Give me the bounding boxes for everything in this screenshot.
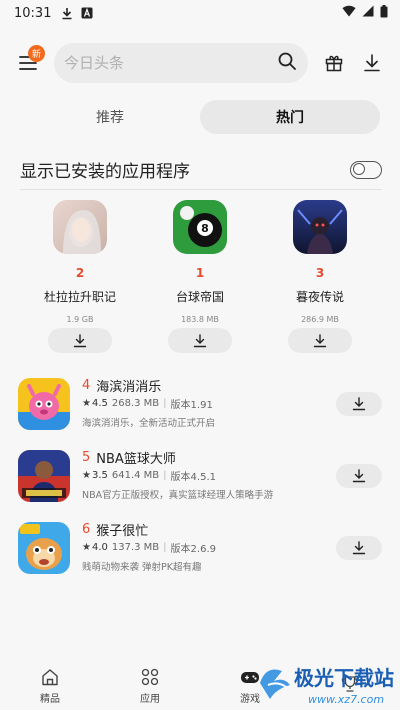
app-size: 641.4 MB <box>111 469 160 481</box>
app-name: 杜拉拉升职记 <box>43 290 116 304</box>
tab-popular[interactable]: 热门 <box>200 100 380 134</box>
app-name: 台球帝国 <box>175 290 224 304</box>
app-description: 海滨消消乐，全新活动正式开启 <box>82 418 216 429</box>
show-installed-label: 显示已安装的应用程序 <box>20 162 190 182</box>
ranking-list: 4 海滨消消乐 ★ 4.5 268.3 MB | 版本1.91 海滨消消乐，全新… <box>18 376 382 592</box>
top3-item[interactable]: 2 杜拉拉升职记 1.9 GB <box>20 200 140 360</box>
app-description: NBA官方正版授权，真实篮球经理人策略手游 <box>82 490 274 501</box>
download-icon <box>352 397 366 411</box>
rank-number: 2 <box>75 266 85 280</box>
app-rating: 4.0 <box>91 541 108 553</box>
app-icon[interactable] <box>293 200 347 254</box>
app-icon[interactable] <box>53 200 107 254</box>
star-icon: ★ <box>82 469 91 481</box>
download-icon <box>352 541 366 555</box>
gift-icon <box>325 55 343 72</box>
download-button[interactable] <box>336 536 382 560</box>
app-icon[interactable]: 8 <box>173 200 227 254</box>
text-a-icon <box>81 7 93 19</box>
nav-item-apps[interactable]: 应用 <box>100 660 200 710</box>
meta-separator: | <box>163 397 167 409</box>
app-icon[interactable] <box>18 522 70 574</box>
status-time: 10:31 <box>14 5 52 21</box>
wifi-icon <box>342 5 356 21</box>
app-name: 海滨消消乐 <box>96 379 162 395</box>
app-version: 版本4.5.1 <box>170 471 216 483</box>
rank-number: 4 <box>82 377 91 393</box>
nav-label: 应用 <box>140 693 160 705</box>
download-icon <box>313 333 327 347</box>
category-tabs: 推荐 热门 <box>20 100 380 134</box>
toggle-knob <box>352 163 365 175</box>
top-bar: 新 <box>0 42 400 84</box>
watermark-url: www.xz7.com <box>308 693 384 706</box>
download-icon <box>352 469 366 483</box>
app-size: 1.9 GB <box>66 315 94 324</box>
tab-recommended[interactable]: 推荐 <box>20 100 200 134</box>
meta-separator: | <box>163 541 167 553</box>
app-icon[interactable] <box>18 450 70 502</box>
list-item[interactable]: 5 NBA篮球大师 ★ 3.5 641.4 MB | 版本4.5.1 NBA官方… <box>18 448 382 520</box>
download-button[interactable] <box>336 392 382 416</box>
app-size: 286.9 MB <box>301 315 339 324</box>
signal-icon <box>362 5 374 21</box>
download-button[interactable] <box>168 328 232 353</box>
star-icon: ★ <box>82 541 91 553</box>
status-bar: 10:31 <box>0 0 400 26</box>
search-icon[interactable] <box>278 52 296 74</box>
download-button[interactable] <box>48 328 112 353</box>
app-name: NBA篮球大师 <box>96 451 176 467</box>
download-manager-button[interactable] <box>360 51 384 75</box>
new-badge: 新 <box>28 45 45 62</box>
list-item[interactable]: 6 猴子很忙 ★ 4.0 137.3 MB | 版本2.6.9 贱萌动物来袭 弹… <box>18 520 382 592</box>
watermark-logo: 极光下载站 www.xz7.com <box>256 655 400 710</box>
gift-button[interactable] <box>322 51 346 75</box>
app-description: 贱萌动物来袭 弹射PK超有趣 <box>82 562 202 573</box>
download-icon <box>73 333 87 347</box>
download-button[interactable] <box>336 464 382 488</box>
app-title: 5 NBA篮球大师 <box>82 448 382 467</box>
menu-button[interactable]: 新 <box>16 45 45 75</box>
apps-grid-icon <box>139 666 161 688</box>
search-bar[interactable] <box>54 43 308 83</box>
home-icon <box>39 666 61 688</box>
show-installed-toggle[interactable] <box>350 160 382 179</box>
app-title: 4 海滨消消乐 <box>82 376 382 395</box>
app-version: 版本2.6.9 <box>170 543 216 555</box>
search-input[interactable] <box>64 54 278 72</box>
battery-icon <box>380 4 388 22</box>
show-installed-row: 显示已安装的应用程序 <box>20 150 382 190</box>
top3-ranking: 2 杜拉拉升职记 1.9 GB 8 1 台球帝国 183.8 MB 3 暮夜传说… <box>20 200 380 360</box>
nav-label: 精品 <box>40 693 60 705</box>
list-item[interactable]: 4 海滨消消乐 ★ 4.5 268.3 MB | 版本1.91 海滨消消乐，全新… <box>18 376 382 448</box>
rank-number: 6 <box>82 521 91 537</box>
app-icon[interactable] <box>18 378 70 430</box>
download-icon <box>364 54 380 72</box>
app-rating: 4.5 <box>91 397 108 409</box>
app-name: 暮夜传说 <box>295 290 344 304</box>
app-rating: 3.5 <box>91 469 108 481</box>
meta-separator: | <box>163 469 167 481</box>
app-name: 猴子很忙 <box>96 523 149 539</box>
download-icon <box>193 333 207 347</box>
rank-number: 1 <box>195 266 205 280</box>
app-title: 6 猴子很忙 <box>82 520 382 539</box>
rank-number: 3 <box>315 266 325 280</box>
watermark-text: 极光下载站 <box>294 666 394 690</box>
top3-item[interactable]: 3 暮夜传说 286.9 MB <box>260 200 380 360</box>
app-size: 137.3 MB <box>111 541 160 553</box>
app-size: 183.8 MB <box>181 315 219 324</box>
svg-text:8: 8 <box>201 222 209 235</box>
top3-item[interactable]: 8 1 台球帝国 183.8 MB <box>140 200 260 360</box>
rank-number: 5 <box>82 449 91 465</box>
download-status-icon <box>61 7 73 20</box>
download-button[interactable] <box>288 328 352 353</box>
star-icon: ★ <box>82 397 91 409</box>
nav-item-featured[interactable]: 精品 <box>0 660 100 710</box>
app-version: 版本1.91 <box>170 399 213 411</box>
app-size: 268.3 MB <box>111 397 160 409</box>
